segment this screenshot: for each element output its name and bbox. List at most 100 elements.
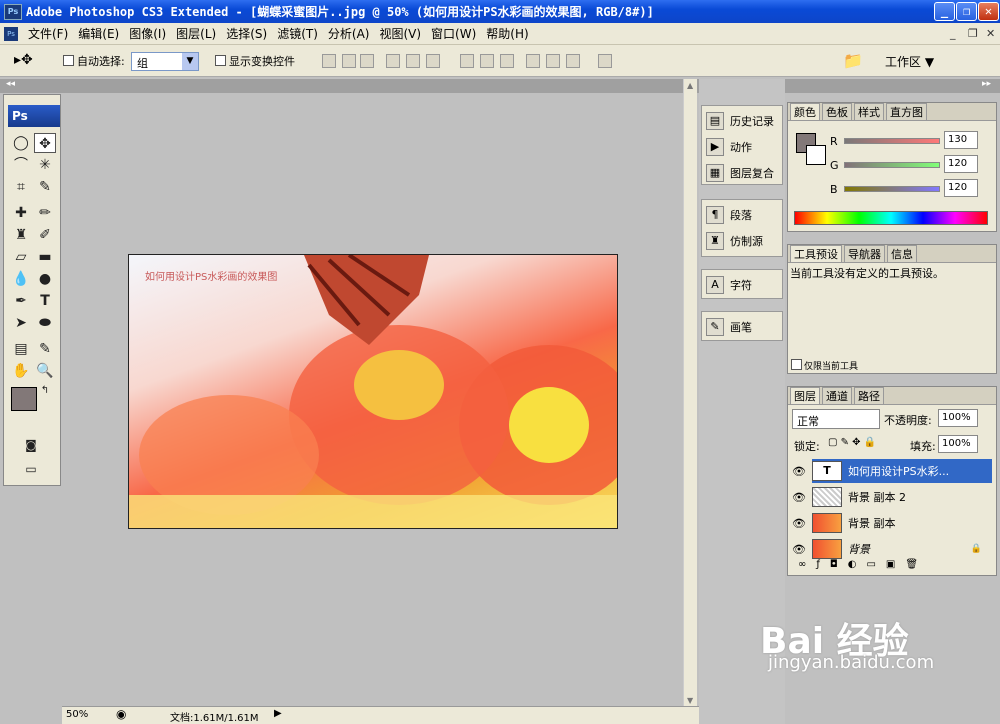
dodge-tool-icon[interactable]: ● (34, 269, 56, 289)
type-tool-icon[interactable]: T (34, 291, 56, 311)
menu-image[interactable]: 图像(I) (129, 25, 166, 42)
workspace-button[interactable]: 工作区 ▼ (885, 53, 934, 70)
notes-tool-icon[interactable]: ▤ (10, 339, 32, 359)
ellipse-tool-icon[interactable]: ⬬ (34, 313, 56, 333)
tab-swatches[interactable]: 色板 (822, 103, 852, 120)
scroll-up-icon[interactable]: ▲ (687, 81, 693, 90)
doc-minimize-icon[interactable]: _ (950, 27, 956, 40)
layer-row[interactable]: T 如何用设计PS水彩... (812, 459, 992, 483)
tab-layers[interactable]: 图层 (790, 387, 820, 404)
clone-stamp-icon[interactable]: ♜ (10, 225, 32, 245)
status-arrow-icon[interactable]: ▶ (274, 708, 282, 719)
tab-histogram[interactable]: 直方图 (886, 103, 927, 120)
menu-edit[interactable]: 编辑(E) (78, 25, 119, 42)
tab-info[interactable]: 信息 (887, 245, 917, 262)
layer-actions-icons[interactable]: ∞ƒ◘◐▭▣🗑 (798, 559, 928, 570)
menu-filter[interactable]: 滤镜(T) (277, 25, 318, 42)
eye-icon[interactable]: 👁 (792, 465, 806, 478)
align-bottom-icon[interactable] (360, 54, 374, 68)
distribute-right-icon[interactable] (566, 54, 580, 68)
magic-wand-icon[interactable]: ✳ (34, 155, 56, 175)
crop-tool-icon[interactable]: ⌗ (10, 177, 32, 197)
dock-paragraph[interactable]: ¶ 段落 (706, 204, 752, 226)
auto-select-checkbox[interactable] (63, 55, 74, 66)
doc-restore-icon[interactable]: ❐ (968, 27, 978, 40)
color-bg-swatch[interactable] (806, 145, 826, 165)
brush-tool-icon[interactable]: ✏ (34, 203, 56, 223)
eyedropper-icon[interactable]: ✎ (34, 339, 56, 359)
layer-row[interactable]: 背景 副本 2 (812, 485, 992, 509)
r-value-input[interactable]: 130 (944, 131, 978, 149)
eye-icon[interactable]: 👁 (792, 517, 806, 530)
healing-brush-icon[interactable]: ✚ (10, 203, 32, 223)
menu-window[interactable]: 窗口(W) (431, 25, 476, 42)
dock-clone-source[interactable]: ♜ 仿制源 (706, 230, 763, 252)
close-button[interactable]: ✕ (978, 2, 999, 21)
move-tool-icon[interactable]: ▸✥ (14, 52, 33, 68)
align-top-icon[interactable] (322, 54, 336, 68)
swap-colors-icon[interactable]: ↰ (34, 381, 56, 401)
dock-actions[interactable]: ▶ 动作 (706, 136, 752, 158)
menu-layer[interactable]: 图层(L) (176, 25, 216, 42)
menu-file[interactable]: 文件(F) (28, 25, 68, 42)
g-slider[interactable] (844, 162, 940, 168)
color-spectrum-bar[interactable] (794, 211, 988, 225)
auto-align-icon[interactable] (598, 54, 612, 68)
tab-channels[interactable]: 通道 (822, 387, 852, 404)
doc-close-icon[interactable]: ✕ (986, 27, 995, 40)
distribute-bottom-icon[interactable] (500, 54, 514, 68)
lasso-tool-icon[interactable]: ⌒ (10, 155, 32, 175)
menu-select[interactable]: 选择(S) (226, 25, 267, 42)
menu-help[interactable]: 帮助(H) (486, 25, 528, 42)
vertical-scrollbar[interactable]: ▲ ▼ (683, 79, 697, 707)
dock-character[interactable]: A 字符 (706, 274, 752, 296)
pen-tool-icon[interactable]: ✒ (10, 291, 32, 311)
minimize-button[interactable]: _ (934, 2, 955, 21)
auto-select-dropdown[interactable]: 组 ▼ (131, 52, 199, 71)
tab-styles[interactable]: 样式 (854, 103, 884, 120)
zoom-tool-icon[interactable]: 🔍 (34, 361, 56, 381)
eye-icon[interactable]: 👁 (792, 543, 806, 556)
distribute-top-icon[interactable] (460, 54, 474, 68)
align-left-icon[interactable] (386, 54, 400, 68)
slice-tool-icon[interactable]: ✎ (34, 177, 56, 197)
history-brush-icon[interactable]: ✐ (34, 225, 56, 245)
screen-mode-icon[interactable]: ▭ (20, 459, 42, 479)
status-menu-icon[interactable]: ◉ (116, 707, 126, 721)
align-vcenter-icon[interactable] (342, 54, 356, 68)
layer-row[interactable]: 背景 🔒 (812, 537, 992, 561)
distribute-hcenter-icon[interactable] (546, 54, 560, 68)
fill-input[interactable]: 100% (938, 435, 978, 453)
align-hcenter-icon[interactable] (406, 54, 420, 68)
align-right-icon[interactable] (426, 54, 440, 68)
document-canvas[interactable]: 如何用设计PS水彩画的效果图 (128, 254, 618, 529)
path-select-icon[interactable]: ➤ (10, 313, 32, 333)
menu-view[interactable]: 视图(V) (379, 25, 421, 42)
tab-navigator[interactable]: 导航器 (844, 245, 885, 262)
b-slider[interactable] (844, 186, 940, 192)
collapse-left-icon[interactable]: ◂◂ (6, 79, 15, 89)
b-value-input[interactable]: 120 (944, 179, 978, 197)
distribute-left-icon[interactable] (526, 54, 540, 68)
tab-paths[interactable]: 路径 (854, 387, 884, 404)
tab-tool-presets[interactable]: 工具预设 (790, 245, 842, 262)
eraser-tool-icon[interactable]: ▱ (10, 247, 32, 267)
zoom-level[interactable]: 50% (66, 709, 88, 720)
hand-tool-icon[interactable]: ✋ (10, 361, 32, 381)
eye-icon[interactable]: 👁 (792, 491, 806, 504)
distribute-vcenter-icon[interactable] (480, 54, 494, 68)
dock-brushes[interactable]: ✎ 画笔 (706, 316, 752, 338)
collapse-panels-icon[interactable]: ▸▸ (982, 79, 991, 89)
layer-row[interactable]: 背景 副本 (812, 511, 992, 535)
lock-icons[interactable]: ▢ ✎ ✥ 🔒 (828, 437, 876, 448)
dock-history[interactable]: ▤ 历史记录 (706, 110, 774, 132)
tab-color[interactable]: 颜色 (790, 103, 820, 120)
gradient-tool-icon[interactable]: ▬ (34, 247, 56, 267)
blend-mode-dropdown[interactable]: 正常 (792, 409, 880, 429)
marquee-tool-icon[interactable]: ◯ (10, 133, 32, 153)
show-transform-checkbox[interactable] (215, 55, 226, 66)
opacity-input[interactable]: 100% (938, 409, 978, 427)
quick-mask-icon[interactable]: ◙ (20, 435, 42, 455)
r-slider[interactable] (844, 138, 940, 144)
current-tool-only-checkbox[interactable] (791, 359, 802, 370)
